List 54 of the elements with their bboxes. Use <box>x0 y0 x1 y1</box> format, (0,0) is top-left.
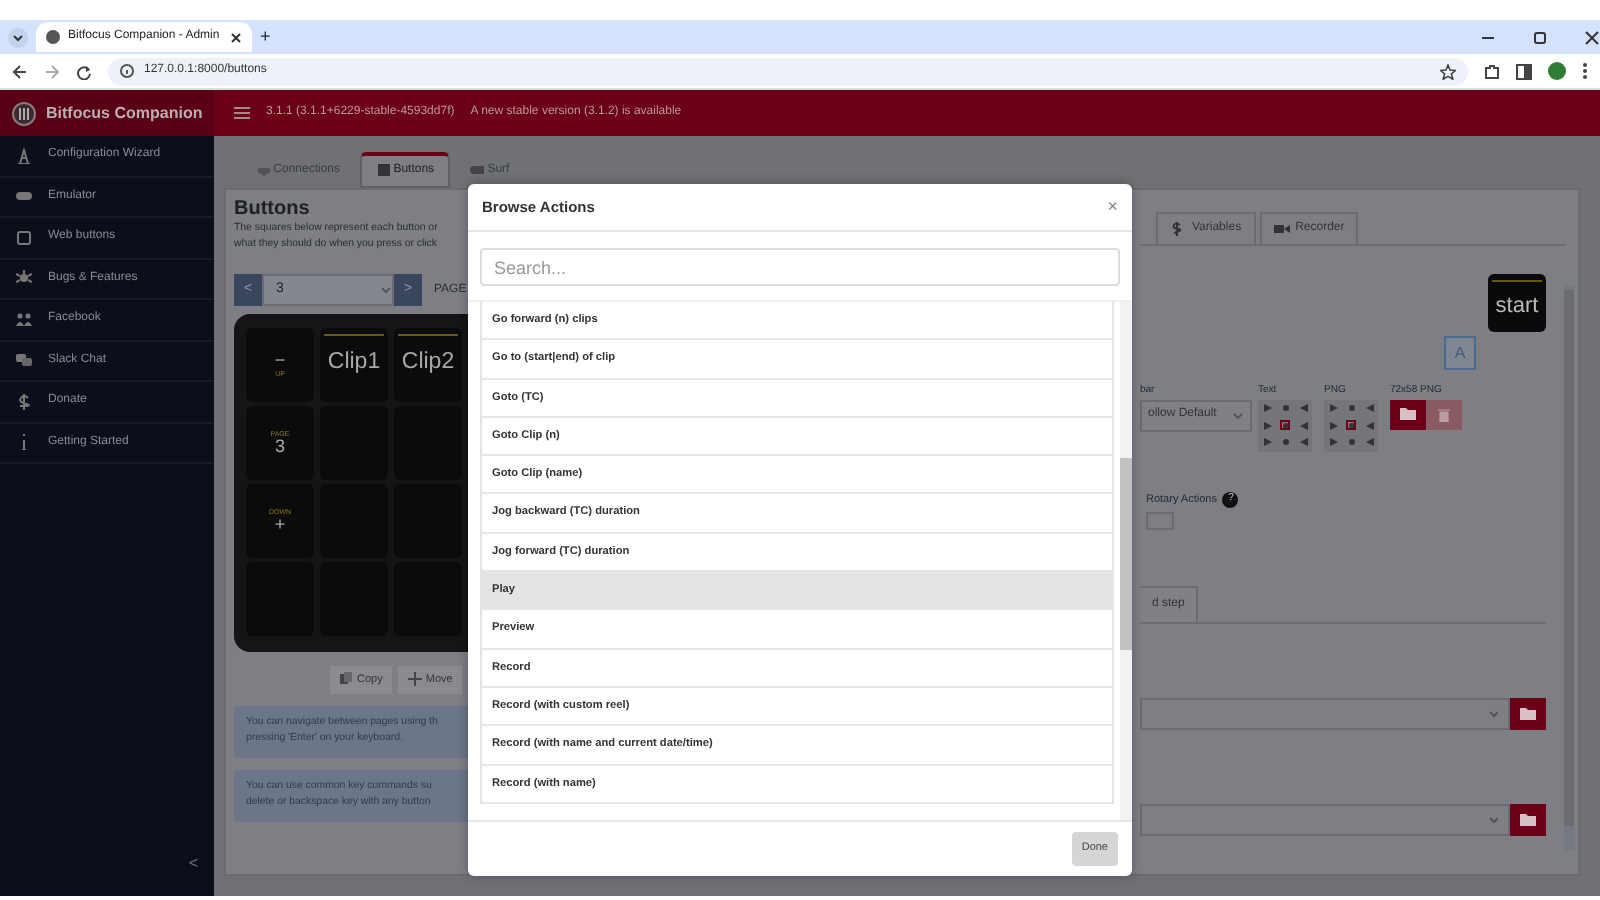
profile-avatar-icon[interactable] <box>1548 62 1566 80</box>
new-tab-button[interactable]: + <box>260 24 271 50</box>
grid-icon <box>376 162 391 176</box>
gamepad-icon <box>470 161 485 175</box>
dollar-icon <box>16 393 32 410</box>
bug-icon <box>16 270 32 287</box>
folder-icon <box>1520 707 1536 720</box>
grid-button[interactable]: Clip1 <box>320 328 388 403</box>
video-camera-icon <box>1273 222 1290 237</box>
alignment-picker[interactable] <box>1324 399 1378 452</box>
back-icon[interactable] <box>12 63 28 79</box>
caret-icon <box>380 286 392 295</box>
collapse-button[interactable]: < <box>188 852 198 876</box>
site-icon <box>46 30 60 44</box>
info-icon <box>120 64 134 78</box>
tab-list-icon[interactable] <box>8 27 28 47</box>
search-field[interactable]: Search... <box>480 248 1120 286</box>
trash-icon <box>1438 407 1450 422</box>
caret-icon <box>1488 709 1500 718</box>
restore-icon[interactable] <box>1532 29 1548 45</box>
more-icon[interactable] <box>1582 62 1588 80</box>
close-icon[interactable] <box>230 31 242 43</box>
forward-icon[interactable] <box>44 63 60 79</box>
grid-button[interactable]: Clip2 <box>394 328 462 403</box>
wand-icon <box>16 147 32 164</box>
scrollbar[interactable] <box>1120 302 1132 820</box>
browse-button[interactable] <box>1510 803 1546 836</box>
caret-icon <box>1232 411 1244 420</box>
extensions-icon[interactable] <box>1484 63 1500 79</box>
alignment-picker[interactable] <box>1258 399 1312 452</box>
copy-icon <box>340 672 354 687</box>
sidebar-icon[interactable] <box>1516 63 1532 79</box>
chat-icon <box>16 352 32 369</box>
browse-button[interactable] <box>1390 399 1426 430</box>
select-field[interactable] <box>1140 803 1510 836</box>
menu-icon[interactable] <box>234 106 250 120</box>
close-button[interactable]: × <box>1107 193 1118 221</box>
section-title: Buttons <box>234 198 312 222</box>
folder-icon <box>1400 408 1416 421</box>
users-icon <box>16 311 32 328</box>
move-icon <box>408 672 423 687</box>
close-icon[interactable] <box>1584 29 1600 45</box>
caret-icon <box>1488 815 1500 824</box>
dollar-icon <box>1170 222 1186 237</box>
logo-icon <box>12 101 36 125</box>
button-preview: start <box>1488 274 1546 333</box>
brand-name: Bitfocus Companion <box>46 101 203 125</box>
select-field[interactable] <box>1140 697 1510 730</box>
info-icon <box>16 434 32 451</box>
tablet-icon <box>16 229 32 246</box>
star-icon[interactable] <box>1440 63 1456 79</box>
folder-icon <box>1520 813 1536 826</box>
browse-button[interactable] <box>1510 697 1546 730</box>
reload-icon[interactable] <box>76 63 92 79</box>
